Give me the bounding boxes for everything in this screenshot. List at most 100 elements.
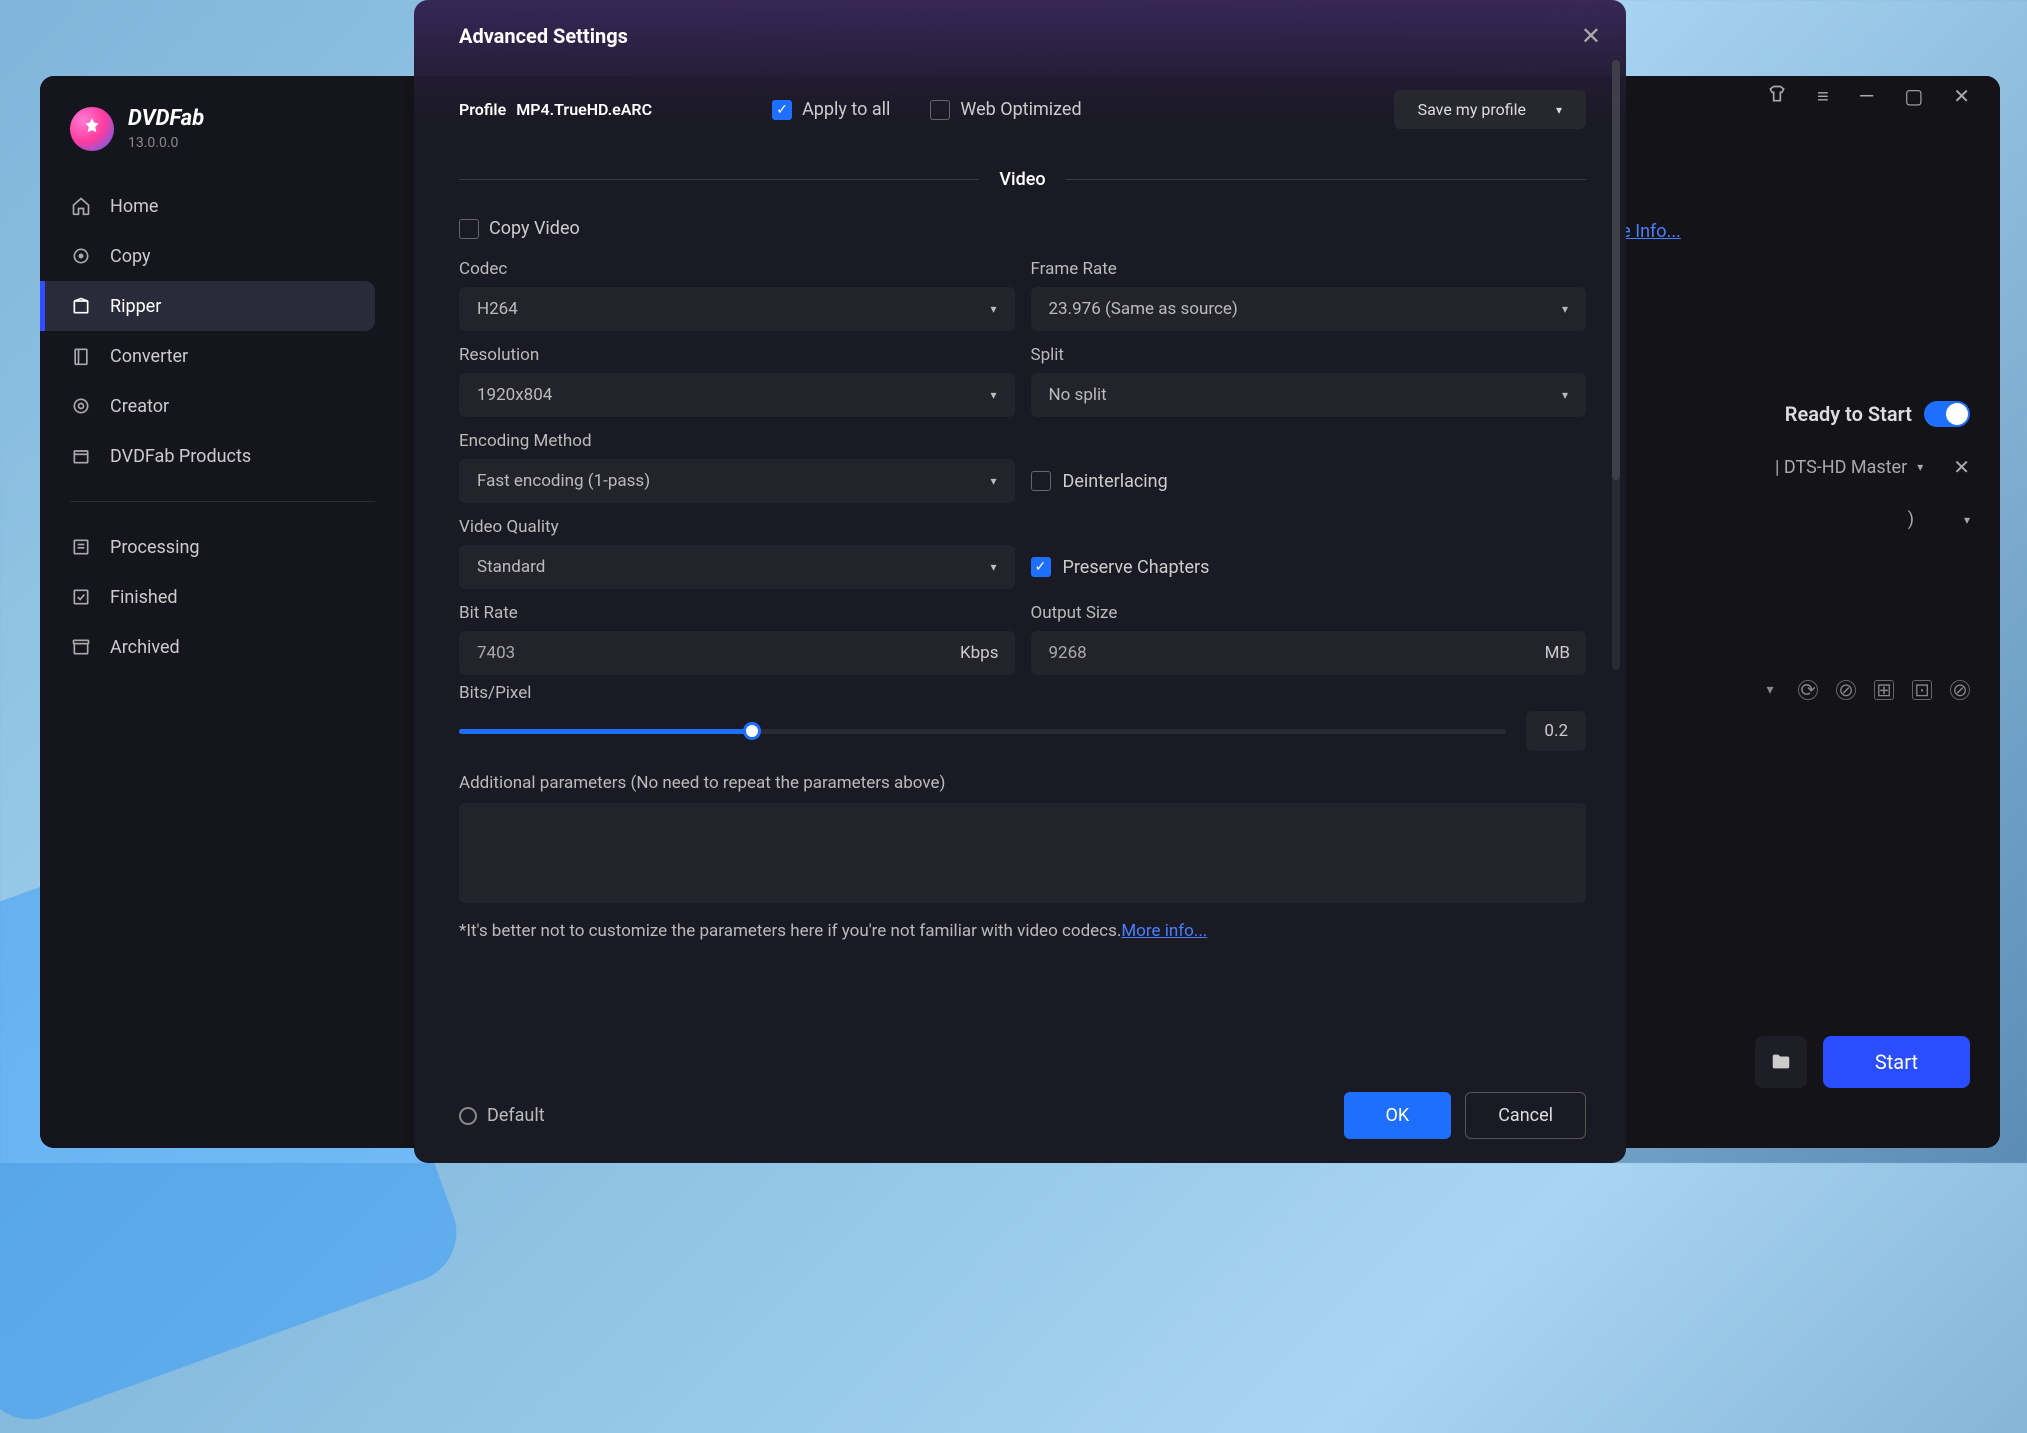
action-icon-4[interactable]: ⊡ xyxy=(1912,680,1932,700)
resolution-label: Resolution xyxy=(459,345,1015,365)
checkbox-icon xyxy=(459,219,479,239)
sidebar-item-label: Copy xyxy=(110,246,151,267)
action-icon-2[interactable]: ⊘ xyxy=(1836,680,1856,700)
sidebar-item-copy[interactable]: Copy xyxy=(40,231,405,281)
ok-button[interactable]: OK xyxy=(1344,1092,1452,1139)
quality-select[interactable]: Standard ▾ xyxy=(459,545,1015,589)
resolution-select[interactable]: 1920x804 ▾ xyxy=(459,373,1015,417)
cancel-button[interactable]: Cancel xyxy=(1465,1092,1586,1139)
split-label: Split xyxy=(1031,345,1587,365)
web-optimized-label: Web Optimized xyxy=(960,99,1081,120)
quality-label: Video Quality xyxy=(459,517,1015,537)
apply-to-all-label: Apply to all xyxy=(802,99,890,120)
divider-line xyxy=(459,179,979,180)
bitrate-unit: Kbps xyxy=(944,643,1015,663)
slider-fill xyxy=(459,729,752,734)
default-radio[interactable]: Default xyxy=(459,1105,545,1126)
spacer xyxy=(1031,431,1587,451)
chevron-down-icon[interactable]: ▾ xyxy=(1964,513,1970,527)
spacer xyxy=(1031,517,1587,537)
chevron-down-icon: ▾ xyxy=(990,388,996,402)
checkbox-icon xyxy=(930,100,950,120)
ready-label: Ready to Start xyxy=(1785,402,1912,426)
sidebar-item-products[interactable]: DVDFab Products xyxy=(40,431,405,481)
sidebar-item-ripper[interactable]: Ripper xyxy=(40,281,375,331)
codec-label: Codec xyxy=(459,259,1015,279)
web-optimized-checkbox[interactable]: Web Optimized xyxy=(930,99,1081,120)
chevron-down-icon[interactable]: ▾ xyxy=(1917,460,1923,474)
codec-select[interactable]: H264 ▾ xyxy=(459,287,1015,331)
output-size-unit: MB xyxy=(1529,643,1586,663)
deinterlacing-label: Deinterlacing xyxy=(1063,471,1168,492)
additional-params-input[interactable] xyxy=(459,803,1586,903)
close-button[interactable]: ✕ xyxy=(1953,84,1970,108)
subtitle-label[interactable]: ) xyxy=(1908,509,1914,530)
output-size-label: Output Size xyxy=(1031,603,1587,623)
start-button[interactable]: Start xyxy=(1823,1036,1970,1088)
sidebar-item-finished[interactable]: Finished xyxy=(40,572,405,622)
minimize-button[interactable]: — xyxy=(1859,84,1875,108)
sidebar-item-home[interactable]: Home xyxy=(40,181,405,231)
copy-video-checkbox[interactable]: Copy Video xyxy=(459,218,580,239)
copy-icon xyxy=(70,245,92,267)
bitspixel-value: 0.2 xyxy=(1526,711,1586,751)
bitrate-input[interactable] xyxy=(459,631,944,675)
sidebar-item-archived[interactable]: Archived xyxy=(40,622,405,672)
sidebar-item-label: Processing xyxy=(110,537,200,558)
chevron-down-icon: ▾ xyxy=(990,560,996,574)
sidebar-item-label: Ripper xyxy=(110,296,161,317)
tshirt-icon[interactable] xyxy=(1767,84,1787,109)
encoding-label: Encoding Method xyxy=(459,431,1015,451)
encoding-value: Fast encoding (1-pass) xyxy=(477,471,650,491)
bitrate-label: Bit Rate xyxy=(459,603,1015,623)
sidebar-item-creator[interactable]: Creator xyxy=(40,381,405,431)
converter-icon xyxy=(70,345,92,367)
modal-title: Advanced Settings xyxy=(459,24,1586,48)
finished-icon xyxy=(70,586,92,608)
home-icon xyxy=(70,195,92,217)
modal-scrollbar[interactable] xyxy=(1612,60,1620,670)
action-icon-5[interactable]: ⊘ xyxy=(1950,680,1970,700)
action-icon-1[interactable]: ⟳ xyxy=(1798,680,1818,700)
quality-value: Standard xyxy=(477,557,545,577)
chevron-down-icon[interactable]: ▾ xyxy=(1760,680,1780,700)
slider-thumb[interactable] xyxy=(743,722,761,740)
copy-video-label: Copy Video xyxy=(489,218,580,239)
preserve-chapters-checkbox[interactable]: ✓ Preserve Chapters xyxy=(1031,545,1587,589)
action-icon-3[interactable]: ⊞ xyxy=(1874,680,1894,700)
sidebar-item-converter[interactable]: Converter xyxy=(40,331,405,381)
modal-close-button[interactable]: ✕ xyxy=(1581,22,1601,50)
logo-icon xyxy=(70,107,114,151)
checkbox-icon xyxy=(1031,471,1051,491)
creator-icon xyxy=(70,395,92,417)
ready-toggle[interactable] xyxy=(1924,401,1970,427)
divider-line xyxy=(1066,179,1586,180)
products-icon xyxy=(70,445,92,467)
chevron-down-icon: ▾ xyxy=(990,302,996,316)
chevron-down-icon: ▾ xyxy=(990,474,996,488)
save-profile-dropdown[interactable]: Save my profile ▾ xyxy=(1394,90,1586,129)
encoding-select[interactable]: Fast encoding (1-pass) ▾ xyxy=(459,459,1015,503)
output-size-input[interactable] xyxy=(1031,631,1529,675)
profile-value: MP4.TrueHD.eARC xyxy=(516,100,652,119)
brand-name: DVDFab xyxy=(128,106,204,131)
advanced-settings-modal: Advanced Settings ✕ Profile MP4.TrueHD.e… xyxy=(414,0,1626,1163)
output-folder-button[interactable] xyxy=(1755,1036,1807,1088)
framerate-select[interactable]: 23.976 (Same as source) ▾ xyxy=(1031,287,1587,331)
footnote-link[interactable]: More info... xyxy=(1121,921,1207,941)
sidebar-item-processing[interactable]: Processing xyxy=(40,522,405,572)
menu-icon[interactable]: ≡ xyxy=(1817,84,1829,109)
bitspixel-label: Bits/Pixel xyxy=(459,683,1586,703)
audio-track-label[interactable]: | DTS-HD Master xyxy=(1775,457,1907,478)
sidebar-item-label: Converter xyxy=(110,346,188,367)
bitspixel-slider[interactable] xyxy=(459,729,1506,734)
sidebar-item-label: Finished xyxy=(110,587,178,608)
section-video-label: Video xyxy=(999,169,1045,190)
apply-to-all-checkbox[interactable]: ✓ Apply to all xyxy=(772,99,890,120)
split-select[interactable]: No split ▾ xyxy=(1031,373,1587,417)
sidebar-item-label: DVDFab Products xyxy=(110,446,251,467)
deinterlacing-checkbox[interactable]: Deinterlacing xyxy=(1031,459,1587,503)
maximize-button[interactable]: ▢ xyxy=(1904,84,1923,108)
remove-item-icon[interactable]: ✕ xyxy=(1953,455,1970,479)
chevron-down-icon: ▾ xyxy=(1562,388,1568,402)
